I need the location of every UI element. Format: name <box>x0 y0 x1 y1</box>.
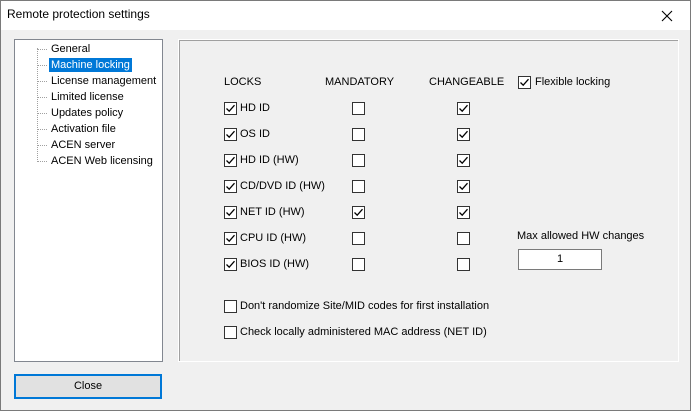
checkmark-icon <box>226 260 235 269</box>
checkmark-icon <box>459 130 468 139</box>
max-hw-changes-input[interactable]: 1 <box>518 249 602 270</box>
changeable-header: CHANGEABLE <box>429 76 505 88</box>
lock-label: HD ID (HW) <box>240 154 299 166</box>
lock-checkbox[interactable] <box>224 154 237 167</box>
tree-connector <box>37 161 47 162</box>
checkmark-icon <box>459 104 468 113</box>
close-window-button[interactable] <box>644 1 690 30</box>
tree-item-label: Activation file <box>51 123 116 135</box>
checkmark-icon <box>520 78 529 87</box>
check-mac-checkbox[interactable] <box>224 326 237 339</box>
lock-label: HD ID <box>240 102 270 114</box>
checkmark-icon <box>226 182 235 191</box>
changeable-checkbox[interactable] <box>457 154 470 167</box>
dont-randomize-label: Don't randomize Site/MID codes for first… <box>240 300 490 312</box>
tree-connector <box>37 65 47 66</box>
tree-item[interactable]: Machine locking <box>15 57 163 73</box>
max-hw-changes-label: Max allowed HW changes <box>517 230 645 242</box>
tree-item[interactable]: ACEN Web licensing <box>15 153 163 169</box>
lock-label: CD/DVD ID (HW) <box>240 180 325 192</box>
checkmark-icon <box>226 130 235 139</box>
lock-checkbox[interactable] <box>224 180 237 193</box>
tree-connector <box>37 49 47 50</box>
mandatory-checkbox[interactable] <box>352 180 365 193</box>
mandatory-checkbox[interactable] <box>352 258 365 271</box>
changeable-checkbox[interactable] <box>457 102 470 115</box>
tree-connector <box>37 129 47 130</box>
changeable-checkbox[interactable] <box>457 180 470 193</box>
mandatory-checkbox[interactable] <box>352 232 365 245</box>
tree-item[interactable]: General <box>15 41 163 57</box>
lock-checkbox[interactable] <box>224 102 237 115</box>
lock-checkbox[interactable] <box>224 258 237 271</box>
mandatory-checkbox[interactable] <box>352 102 365 115</box>
changeable-checkbox[interactable] <box>457 232 470 245</box>
tree-item[interactable]: License management <box>15 73 163 89</box>
lock-checkbox[interactable] <box>224 128 237 141</box>
dont-randomize-checkbox[interactable] <box>224 300 237 313</box>
changeable-checkbox[interactable] <box>457 206 470 219</box>
checkmark-icon <box>354 208 363 217</box>
lock-label: NET ID (HW) <box>240 206 305 218</box>
tree-item[interactable]: Updates policy <box>15 105 163 121</box>
locks-header: LOCKS <box>224 76 262 88</box>
lock-checkbox[interactable] <box>224 232 237 245</box>
dialog-window: Remote protection settings General Machin… <box>0 0 691 411</box>
tree-item-label: License management <box>51 75 157 87</box>
changeable-checkbox[interactable] <box>457 128 470 141</box>
tree-item-label: Machine locking <box>49 58 132 72</box>
lock-label: CPU ID (HW) <box>240 232 306 244</box>
checkmark-icon <box>459 156 468 165</box>
flexible-locking-checkbox[interactable] <box>518 76 531 89</box>
mandatory-checkbox[interactable] <box>352 154 365 167</box>
tree-item-label: ACEN server <box>51 139 116 151</box>
checkmark-icon <box>459 208 468 217</box>
tree-item[interactable]: Limited license <box>15 89 163 105</box>
tree-item-label: General <box>51 43 91 55</box>
tree-connector <box>37 97 47 98</box>
window-title: Remote protection settings <box>7 7 150 21</box>
checkmark-icon <box>226 208 235 217</box>
tree-item-label: Limited license <box>51 91 124 103</box>
mandatory-checkbox[interactable] <box>352 206 365 219</box>
lock-label: OS ID <box>240 128 270 140</box>
settings-tree[interactable]: General Machine locking License management… <box>14 39 163 362</box>
flexible-locking-label: Flexible locking <box>535 76 611 88</box>
tree-item[interactable]: Activation file <box>15 121 163 137</box>
mandatory-checkbox[interactable] <box>352 128 365 141</box>
checkmark-icon <box>226 156 235 165</box>
check-mac-label: Check locally administered MAC address (… <box>240 326 487 338</box>
mandatory-header: MANDATORY <box>325 76 395 88</box>
close-button[interactable]: Close <box>14 374 162 399</box>
tree-item[interactable]: ACEN server <box>15 137 163 153</box>
tree-item-label: ACEN Web licensing <box>51 155 153 167</box>
close-icon <box>661 10 673 21</box>
checkmark-icon <box>459 182 468 191</box>
tree-item-label: Updates policy <box>51 107 124 119</box>
checkmark-icon <box>226 234 235 243</box>
lock-checkbox[interactable] <box>224 206 237 219</box>
checkmark-icon <box>226 104 235 113</box>
tree-connector <box>37 113 47 114</box>
tree-connector <box>37 81 47 82</box>
tree-connector <box>37 145 47 146</box>
lock-label: BIOS ID (HW) <box>240 258 310 270</box>
changeable-checkbox[interactable] <box>457 258 470 271</box>
title-bar: Remote protection settings <box>1 1 690 30</box>
